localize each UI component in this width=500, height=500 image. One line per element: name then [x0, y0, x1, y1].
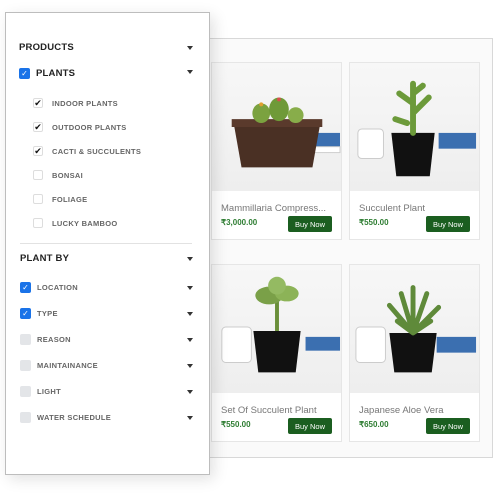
product-card[interactable]: Set Of Succulent Plant ₹550.00 Buy Now: [211, 264, 342, 442]
product-price: ₹650.00: [359, 420, 389, 429]
option-label: WATER SCHEDULE: [37, 413, 112, 422]
caret-down-icon[interactable]: [187, 256, 193, 261]
caret-down-icon[interactable]: [187, 285, 193, 290]
option-label: OUTDOOR PLANTS: [52, 122, 127, 132]
option-label: MAINTAINANCE: [37, 361, 98, 370]
checkbox[interactable]: [20, 412, 31, 423]
product-image: [212, 265, 341, 393]
buy-now-button[interactable]: Buy Now: [288, 418, 332, 434]
option-label: FOLIAGE: [52, 194, 88, 204]
caret-down-icon[interactable]: [187, 70, 193, 74]
buy-now-button[interactable]: Buy Now: [426, 216, 470, 232]
products-heading: PRODUCTS: [19, 42, 74, 53]
product-image: [212, 63, 341, 191]
caret-down-icon[interactable]: [187, 363, 193, 368]
divider: [20, 243, 192, 244]
filter-option-indoor-plants[interactable]: ✔ INDOOR PLANTS: [6, 98, 209, 108]
option-label: CACTI & SUCCULENTS: [52, 146, 142, 156]
product-card[interactable]: Succulent Plant ₹550.00 Buy Now: [349, 62, 480, 240]
buy-now-button[interactable]: Buy Now: [288, 216, 332, 232]
product-grid: Mammillaria Compress... ₹3,000.00 Buy No…: [190, 38, 493, 458]
checkbox[interactable]: [20, 386, 31, 397]
plant-by-section-header[interactable]: PLANT BY: [6, 253, 209, 264]
plants-checkbox[interactable]: ✓: [19, 68, 30, 79]
filter-option-bonsai[interactable]: BONSAI: [6, 170, 209, 180]
plant-by-heading: PLANT BY: [20, 253, 70, 264]
caret-down-icon[interactable]: [187, 389, 193, 394]
filter-type[interactable]: ✓ TYPE: [6, 308, 209, 319]
caret-down-icon[interactable]: [187, 45, 193, 50]
option-label: INDOOR PLANTS: [52, 98, 118, 108]
filter-option-foliage[interactable]: FOLIAGE: [6, 194, 209, 204]
product-image: [350, 265, 479, 393]
product-price: ₹550.00: [359, 218, 389, 227]
option-label: TYPE: [37, 309, 58, 318]
option-label: LOCATION: [37, 283, 79, 292]
plants-filter[interactable]: ✓ PLANTS: [6, 68, 209, 79]
checkbox[interactable]: ✓: [20, 282, 31, 293]
filter-option-cacti-succulents[interactable]: ✔ CACTI & SUCCULENTS: [6, 146, 209, 156]
product-name[interactable]: Japanese Aloe Vera: [359, 405, 471, 416]
buy-now-button[interactable]: Buy Now: [426, 418, 470, 434]
filter-option-outdoor-plants[interactable]: ✔ OUTDOOR PLANTS: [6, 122, 209, 132]
option-label: BONSAI: [52, 170, 83, 180]
checkbox[interactable]: ✔: [33, 98, 43, 108]
products-section-header[interactable]: PRODUCTS: [6, 42, 209, 53]
product-name[interactable]: Mammillaria Compress...: [221, 203, 333, 214]
filter-option-lucky-bamboo[interactable]: LUCKY BAMBOO: [6, 218, 209, 228]
option-label: LUCKY BAMBOO: [52, 218, 118, 228]
caret-down-icon[interactable]: [187, 337, 193, 342]
filter-light[interactable]: LIGHT: [6, 386, 209, 397]
filter-water-schedule[interactable]: WATER SCHEDULE: [6, 412, 209, 423]
checkbox[interactable]: ✔: [33, 122, 43, 132]
filter-reason[interactable]: REASON: [6, 334, 209, 345]
product-image: [350, 63, 479, 191]
option-label: LIGHT: [37, 387, 61, 396]
checkbox[interactable]: ✓: [20, 308, 31, 319]
filter-maintainance[interactable]: MAINTAINANCE: [6, 360, 209, 371]
plants-label: PLANTS: [36, 68, 76, 79]
caret-down-icon[interactable]: [187, 415, 193, 420]
product-price: ₹3,000.00: [221, 218, 258, 227]
checkbox[interactable]: [33, 194, 43, 204]
checkbox[interactable]: [33, 218, 43, 228]
checkbox[interactable]: [33, 170, 43, 180]
product-card[interactable]: Japanese Aloe Vera ₹650.00 Buy Now: [349, 264, 480, 442]
filter-sidebar: PRODUCTS ✓ PLANTS ✔ INDOOR PLANTS ✔ OUTDOO…: [5, 12, 210, 475]
product-name[interactable]: Succulent Plant: [359, 203, 471, 214]
filter-location[interactable]: ✓ LOCATION: [6, 282, 209, 293]
product-card[interactable]: Mammillaria Compress... ₹3,000.00 Buy No…: [211, 62, 342, 240]
checkbox[interactable]: [20, 334, 31, 345]
checkbox[interactable]: ✔: [33, 146, 43, 156]
product-name[interactable]: Set Of Succulent Plant: [221, 405, 333, 416]
caret-down-icon[interactable]: [187, 311, 193, 316]
checkbox[interactable]: [20, 360, 31, 371]
option-label: REASON: [37, 335, 71, 344]
product-price: ₹550.00: [221, 420, 251, 429]
